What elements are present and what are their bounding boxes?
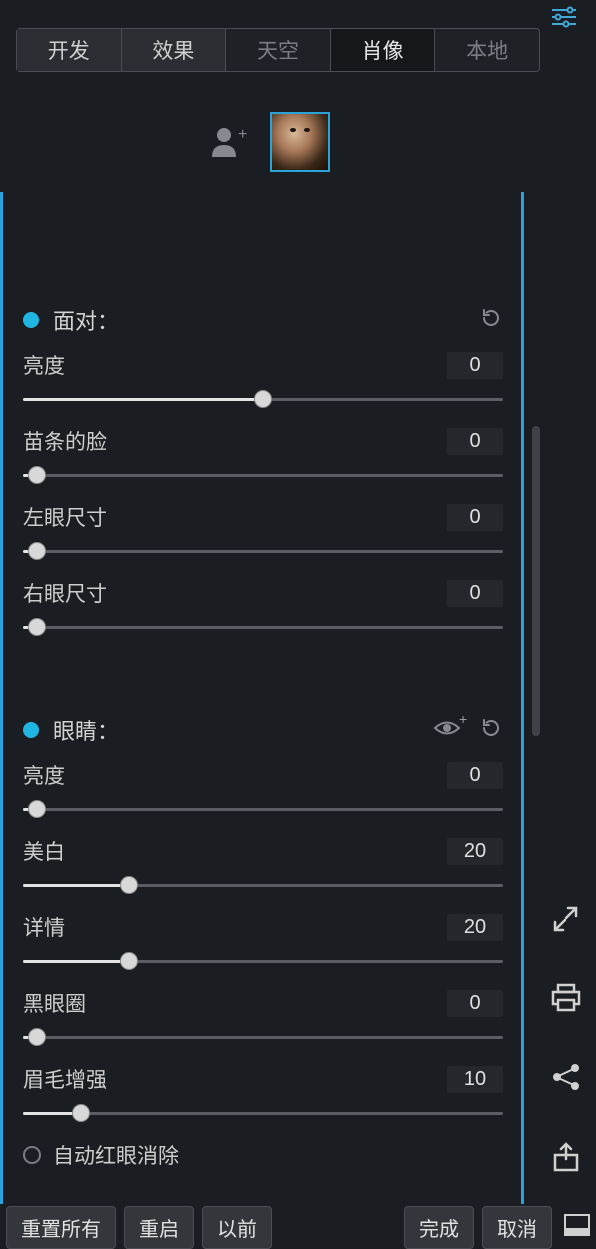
slider-value[interactable]: 0 xyxy=(447,428,503,455)
bottom-bar: 重置所有 重启 以前 完成 取消 xyxy=(6,1206,590,1248)
scrollbar[interactable] xyxy=(532,426,540,736)
section-face: 面对： xyxy=(23,304,503,336)
tab-effects[interactable]: 效果 xyxy=(122,29,227,71)
auto-redeye-row[interactable]: 自动红眼消除 xyxy=(23,1140,503,1170)
slider-track[interactable] xyxy=(23,542,503,560)
slider-track[interactable] xyxy=(23,618,503,636)
slider-track[interactable] xyxy=(23,390,503,408)
slider-value[interactable]: 0 xyxy=(447,990,503,1017)
eye-plus-icon[interactable]: + xyxy=(433,715,469,746)
slider-label: 眉毛增强 xyxy=(23,1064,107,1094)
layout-icon[interactable] xyxy=(564,1214,590,1241)
slider-face-brightness: 亮度 0 xyxy=(23,350,503,408)
slider-label: 黑眼圈 xyxy=(23,988,86,1018)
svg-text:+: + xyxy=(459,715,467,727)
before-button[interactable]: 以前 xyxy=(202,1206,272,1249)
section-dot-icon xyxy=(23,312,39,328)
right-toolbar xyxy=(550,904,582,1178)
slider-label: 详情 xyxy=(23,912,65,942)
slider-track[interactable] xyxy=(23,1104,503,1122)
section-eyes-title: 眼睛： xyxy=(53,714,423,746)
reset-all-button[interactable]: 重置所有 xyxy=(6,1206,116,1249)
slider-track[interactable] xyxy=(23,466,503,484)
done-button[interactable]: 完成 xyxy=(404,1206,474,1249)
slider-value[interactable]: 20 xyxy=(447,914,503,941)
settings-icon[interactable] xyxy=(550,6,578,33)
slider-label: 左眼尺寸 xyxy=(23,502,107,532)
restart-button[interactable]: 重启 xyxy=(124,1206,194,1249)
tab-sky[interactable]: 天空 xyxy=(226,29,331,71)
slider-label: 亮度 xyxy=(23,350,65,380)
slider-value[interactable]: 0 xyxy=(447,504,503,531)
slider-whiten: 美白 20 xyxy=(23,836,503,894)
slider-slim-face: 苗条的脸 0 xyxy=(23,426,503,484)
checkbox-icon[interactable] xyxy=(23,1146,41,1164)
slider-value[interactable]: 0 xyxy=(447,762,503,789)
slider-track[interactable] xyxy=(23,800,503,818)
slider-left-eye: 左眼尺寸 0 xyxy=(23,502,503,560)
tab-local[interactable]: 本地 xyxy=(435,29,539,71)
cancel-button[interactable]: 取消 xyxy=(482,1206,552,1249)
slider-eyebrow: 眉毛增强 10 xyxy=(23,1064,503,1122)
slider-track[interactable] xyxy=(23,952,503,970)
slider-track[interactable] xyxy=(23,1028,503,1046)
slider-eye-brightness: 亮度 0 xyxy=(23,760,503,818)
slider-track[interactable] xyxy=(23,876,503,894)
slider-value[interactable]: 0 xyxy=(447,352,503,379)
face-selector-row: + xyxy=(0,110,540,174)
portrait-panel: 面对： 亮度 0 苗条的脸 0 左眼尺寸 xyxy=(0,192,524,1204)
slider-value[interactable]: 10 xyxy=(447,1066,503,1093)
export-icon[interactable] xyxy=(551,1141,581,1178)
slider-dark-circle: 黑眼圈 0 xyxy=(23,988,503,1046)
face-thumbnail[interactable] xyxy=(270,112,330,172)
slider-detail: 详情 20 xyxy=(23,912,503,970)
reset-eyes-icon[interactable] xyxy=(479,716,503,745)
section-dot-icon xyxy=(23,722,39,738)
tab-develop[interactable]: 开发 xyxy=(17,29,122,71)
add-person-icon[interactable]: + xyxy=(210,125,250,159)
section-eyes: 眼睛： + xyxy=(23,714,503,746)
main-tabs: 开发 效果 天空 肖像 本地 xyxy=(16,28,540,72)
slider-label: 美白 xyxy=(23,836,65,866)
section-face-title: 面对： xyxy=(53,304,469,336)
reset-face-icon[interactable] xyxy=(479,306,503,335)
print-icon[interactable] xyxy=(550,983,582,1018)
svg-text:+: + xyxy=(238,126,247,143)
tab-portrait[interactable]: 肖像 xyxy=(331,29,436,71)
slider-label: 右眼尺寸 xyxy=(23,578,107,608)
share-icon[interactable] xyxy=(551,1062,581,1097)
slider-label: 苗条的脸 xyxy=(23,426,107,456)
slider-right-eye: 右眼尺寸 0 xyxy=(23,578,503,636)
slider-value[interactable]: 0 xyxy=(447,580,503,607)
checkbox-label: 自动红眼消除 xyxy=(53,1140,179,1170)
expand-icon[interactable] xyxy=(551,904,581,939)
slider-value[interactable]: 20 xyxy=(447,838,503,865)
slider-label: 亮度 xyxy=(23,760,65,790)
